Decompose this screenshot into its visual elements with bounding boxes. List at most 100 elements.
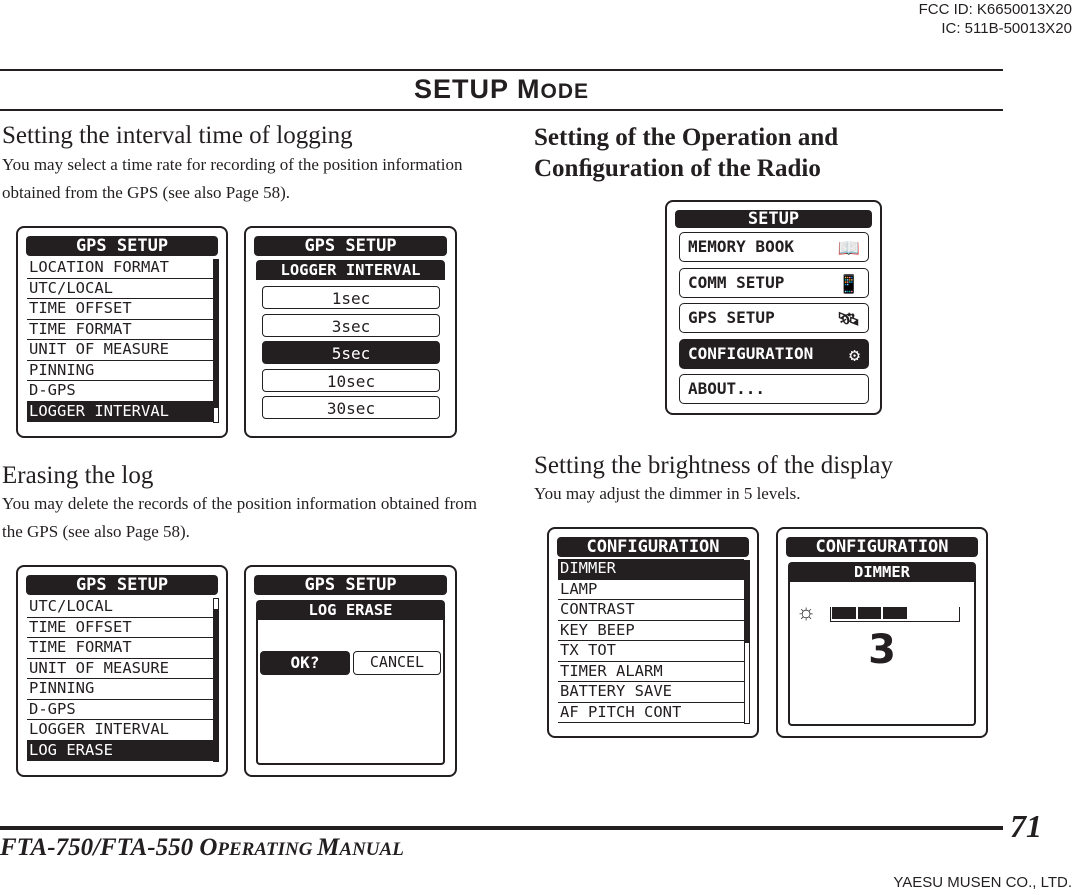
ok-button[interactable]: OK? (260, 651, 350, 675)
section-heading: Erasing the log (2, 462, 154, 489)
setup-menu-item[interactable]: CONFIGURATION ⚙ (679, 338, 869, 369)
setup-menu-item[interactable]: MEMORY BOOK 📖 (679, 232, 869, 262)
footer-rule (0, 826, 1003, 830)
menu-item[interactable]: BATTERY SAVE (558, 682, 744, 703)
menu-item[interactable]: TIME OFFSET (27, 299, 213, 320)
menu-item[interactable]: LOGGER INTERVAL (27, 720, 213, 741)
menu-item[interactable]: UTC/LOCAL (27, 279, 213, 299)
menu-item[interactable]: LOG ERASE (27, 740, 213, 761)
paragraph: You may delete the records of the positi… (2, 494, 477, 541)
brightness-icon: ☼ (796, 599, 817, 624)
title-part: ODE (540, 80, 590, 103)
dimmer-segment (883, 607, 907, 619)
menu-item[interactable]: TIME FORMAT (27, 638, 213, 659)
menu-item[interactable]: PINNING (27, 679, 213, 700)
menu-item-label: COMM SETUP (688, 272, 785, 292)
fcc-id: FCC ID: K6650013X20 (918, 1, 1072, 18)
menu-item[interactable]: PINNING (27, 361, 213, 381)
interval-option[interactable]: 5sec (262, 341, 440, 364)
manual-title: FTA-750/FTA-550 OPERATING MANUAL (0, 834, 404, 862)
screen-title: GPS SETUP (254, 236, 447, 256)
dimmer-segment (832, 607, 856, 619)
dimmer-screen: CONFIGURATION DIMMER ☼ 3 (776, 527, 988, 738)
setup-menu-item[interactable]: COMM SETUP 📱 (679, 267, 869, 298)
dialog-body (256, 620, 445, 765)
screen-title: GPS SETUP (26, 575, 218, 595)
scrollbar-thumb[interactable] (745, 561, 749, 643)
menu-item[interactable]: KEY BEEP (558, 621, 744, 641)
fcc-label: FCC ID: K6650013X20 IC: 511B-50013X20 (919, 0, 1072, 38)
menu-item[interactable]: LAMP (558, 580, 744, 600)
menu-item-label: ABOUT... (688, 379, 766, 398)
dimmer-segment (909, 607, 933, 619)
scrollbar[interactable] (213, 259, 219, 423)
setup-menu-screen: SETUP MEMORY BOOK 📖 COMM SETUP 📱 GPS SETUP 🛰 C… (665, 200, 882, 415)
setup-menu-item[interactable]: GPS SETUP 🛰 (679, 303, 869, 333)
section-title: SETUP MODE (0, 74, 1003, 105)
menu-item-label: GPS SETUP (688, 308, 775, 327)
screen-title: CONFIGURATION (557, 537, 749, 557)
screen-subtitle: LOG ERASE (256, 600, 445, 620)
t: FTA-750/FTA-550 O (0, 834, 218, 861)
cancel-button[interactable]: CANCEL (353, 651, 441, 675)
screen-title: SETUP (675, 210, 872, 228)
divider (0, 109, 1003, 111)
interval-option[interactable]: 3sec (262, 313, 440, 337)
scrollbar-thumb[interactable] (214, 260, 218, 408)
menu-item[interactable]: LOGGER INTERVAL (27, 401, 213, 422)
dimmer-value: 3 (868, 627, 896, 673)
menu-item[interactable]: AF PITCH CONT (558, 703, 744, 723)
menu-item[interactable]: UNIT OF MEASURE (27, 659, 213, 679)
satellite-icon: 🛰 (837, 309, 860, 330)
book-icon: 📖 (837, 238, 860, 259)
scrollbar[interactable] (213, 598, 219, 762)
screen-subtitle: LOGGER INTERVAL (256, 260, 445, 280)
section-heading: Setting the brightness of the display (534, 452, 893, 479)
menu-item[interactable]: D-GPS (27, 700, 213, 720)
menu-item[interactable]: D-GPS (27, 381, 213, 402)
menu-item[interactable]: TIME FORMAT (27, 320, 213, 340)
page-number: 71 (1010, 808, 1042, 844)
log-erase-screen: GPS SETUP LOG ERASE OK? CANCEL (244, 565, 457, 777)
gps-setup-screen: GPS SETUP UTC/LOCAL TIME OFFSET TIME FORMAT… (16, 565, 228, 777)
menu-item[interactable]: CONTRAST (558, 600, 744, 621)
menu-list: DIMMER LAMP CONTRAST KEY BEEP TX TOT TIMER AL… (558, 559, 744, 723)
screen-title: GPS SETUP (254, 575, 447, 595)
divider (0, 69, 1003, 71)
menu-item-label: CONFIGURATION (688, 343, 814, 363)
setup-menu-item[interactable]: ABOUT... (679, 374, 869, 404)
logger-interval-screen: GPS SETUP LOGGER INTERVAL 1sec 3sec 5sec 10se… (244, 226, 457, 438)
menu-item-label: MEMORY BOOK (688, 237, 794, 256)
gps-setup-screen: GPS SETUP LOCATION FORMAT UTC/LOCAL TIME OF… (16, 226, 228, 438)
radio-icon: 📱 (837, 273, 860, 295)
menu-item[interactable]: LOCATION FORMAT (27, 258, 213, 279)
heading-line: Conﬁguration of the Radio (534, 155, 821, 182)
gear-icon: ⚙ (849, 344, 860, 366)
section-heading: Setting of the Operation and Conﬁguration… (534, 122, 838, 184)
company-name: YAESU MUSEN CO., LTD. (893, 874, 1072, 891)
scrollbar-thumb[interactable] (214, 609, 218, 761)
section-heading: Setting the interval time of logging (2, 122, 353, 149)
menu-item[interactable]: DIMMER (558, 559, 744, 580)
menu-item[interactable]: TIMER ALARM (558, 662, 744, 682)
t: ANUAL (339, 839, 404, 860)
t: M (317, 834, 340, 861)
menu-item[interactable]: TIME OFFSET (27, 618, 213, 638)
interval-option[interactable]: 1sec (262, 286, 440, 309)
menu-item[interactable]: UNIT OF MEASURE (27, 340, 213, 361)
dimmer-level-bar[interactable] (830, 607, 960, 622)
menu-item[interactable]: TX TOT (558, 641, 744, 662)
ic-id: IC: 511B-50013X20 (941, 20, 1072, 37)
configuration-screen: CONFIGURATION DIMMER LAMP CONTRAST KEY BEEP T… (547, 527, 759, 738)
interval-option[interactable]: 30sec (262, 396, 440, 419)
screen-subtitle: DIMMER (788, 562, 976, 582)
dimmer-segment (934, 607, 958, 619)
t: PERATING (217, 839, 318, 860)
menu-list: UTC/LOCAL TIME OFFSET TIME FORMAT UNIT OF M… (27, 597, 213, 761)
screen-title: GPS SETUP (26, 236, 218, 256)
menu-item[interactable]: UTC/LOCAL (27, 597, 213, 618)
interval-option[interactable]: 10sec (262, 368, 440, 392)
dimmer-segment (857, 607, 882, 619)
heading-line: Setting of the Operation and (534, 124, 839, 151)
scrollbar[interactable] (744, 560, 750, 724)
